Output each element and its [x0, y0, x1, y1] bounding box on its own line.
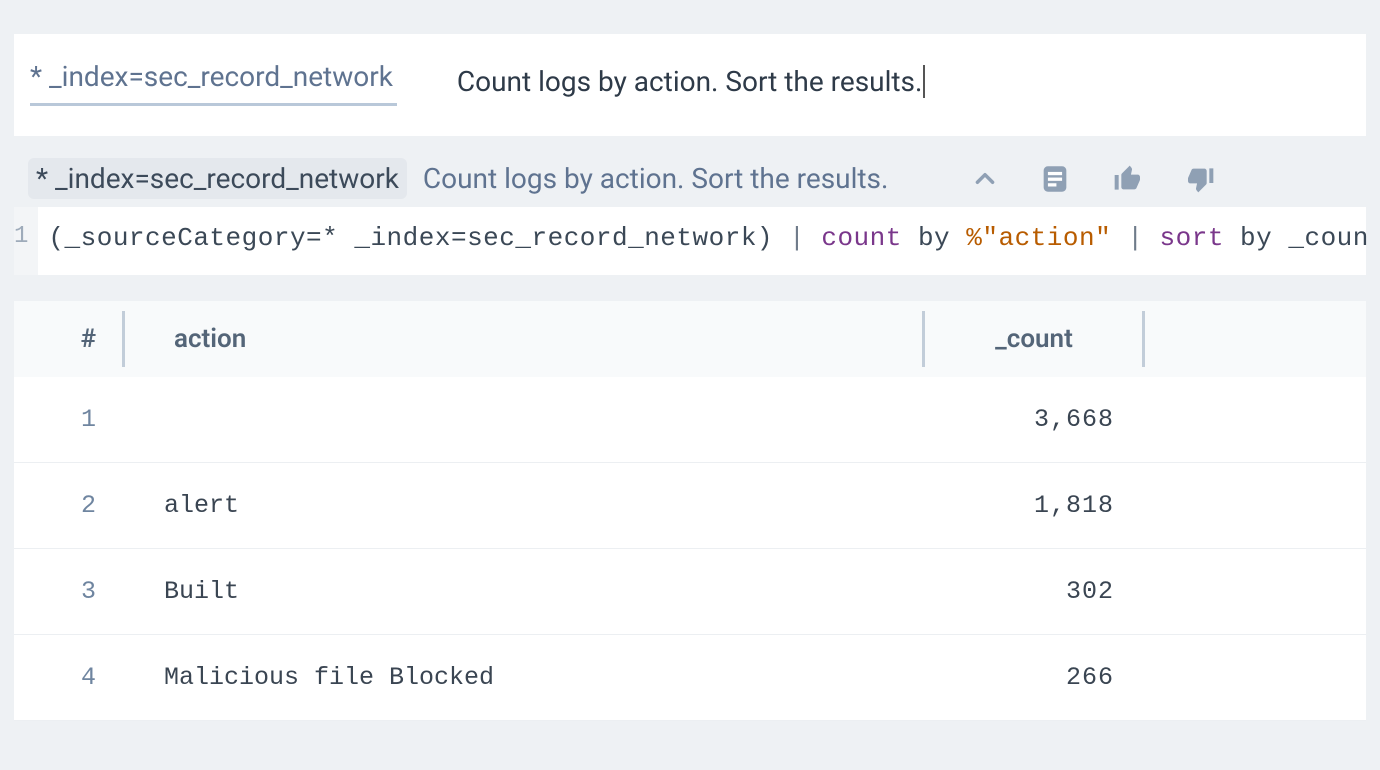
row-action: alert — [124, 491, 924, 520]
line-number: 1 — [14, 207, 38, 275]
scope-chip[interactable]: * _index=sec_record_network — [30, 56, 397, 106]
interp-actions — [972, 162, 1366, 196]
row-count: 302 — [924, 577, 1144, 606]
table-row[interactable]: 4 Malicious file Blocked 266 — [14, 635, 1366, 721]
code-field-action: %"action" — [966, 223, 1111, 253]
col-header-count[interactable]: _count — [924, 324, 1144, 354]
interp-text: Count logs by action. Sort the results. — [421, 162, 958, 195]
code-source-filter: (_sourceCategory=* _index=sec_record_net… — [48, 223, 789, 253]
row-count: 3,668 — [924, 405, 1144, 434]
row-index: 1 — [14, 405, 124, 434]
row-count: 266 — [924, 663, 1144, 692]
thumbs-down-icon[interactable] — [1184, 163, 1216, 195]
search-bar: * _index=sec_record_network Count logs b… — [14, 34, 1366, 136]
code-tail: _coun — [1288, 223, 1369, 253]
document-icon[interactable] — [1038, 162, 1072, 196]
interpretation-row: * _index=sec_record_network Count logs b… — [14, 158, 1366, 199]
row-action: Built — [124, 577, 924, 606]
nl-query-display[interactable]: Count logs by action. Sort the results. — [457, 65, 926, 98]
row-index: 2 — [14, 491, 124, 520]
code-kw-count: count — [805, 223, 918, 253]
row-index: 3 — [14, 577, 124, 606]
code-by: by — [918, 223, 966, 253]
table-row[interactable]: 2 alert 1,818 — [14, 463, 1366, 549]
row-index: 4 — [14, 663, 124, 692]
row-count: 1,818 — [924, 491, 1144, 520]
thumbs-up-icon[interactable] — [1112, 163, 1144, 195]
table-row[interactable]: 3 Built 302 — [14, 549, 1366, 635]
table-header-row: # action _count — [14, 301, 1366, 377]
generated-query: 1 (_sourceCategory=* _index=sec_record_n… — [14, 207, 1366, 275]
table-row[interactable]: 1 3,668 — [14, 377, 1366, 463]
interp-scope-chip[interactable]: * _index=sec_record_network — [28, 158, 407, 199]
code-kw-sort: sort — [1143, 223, 1240, 253]
query-code[interactable]: (_sourceCategory=* _index=sec_record_net… — [38, 207, 1378, 275]
code-pipe: | — [1127, 223, 1143, 253]
col-header-action[interactable]: action — [124, 324, 924, 354]
collapse-icon[interactable] — [972, 166, 998, 192]
row-action: Malicious file Blocked — [124, 663, 924, 692]
code-by: by — [1240, 223, 1288, 253]
code-pipe: | — [789, 223, 805, 253]
col-header-index[interactable]: # — [14, 324, 124, 354]
results-table: # action _count 1 3,668 2 alert 1,818 3 … — [14, 301, 1366, 721]
